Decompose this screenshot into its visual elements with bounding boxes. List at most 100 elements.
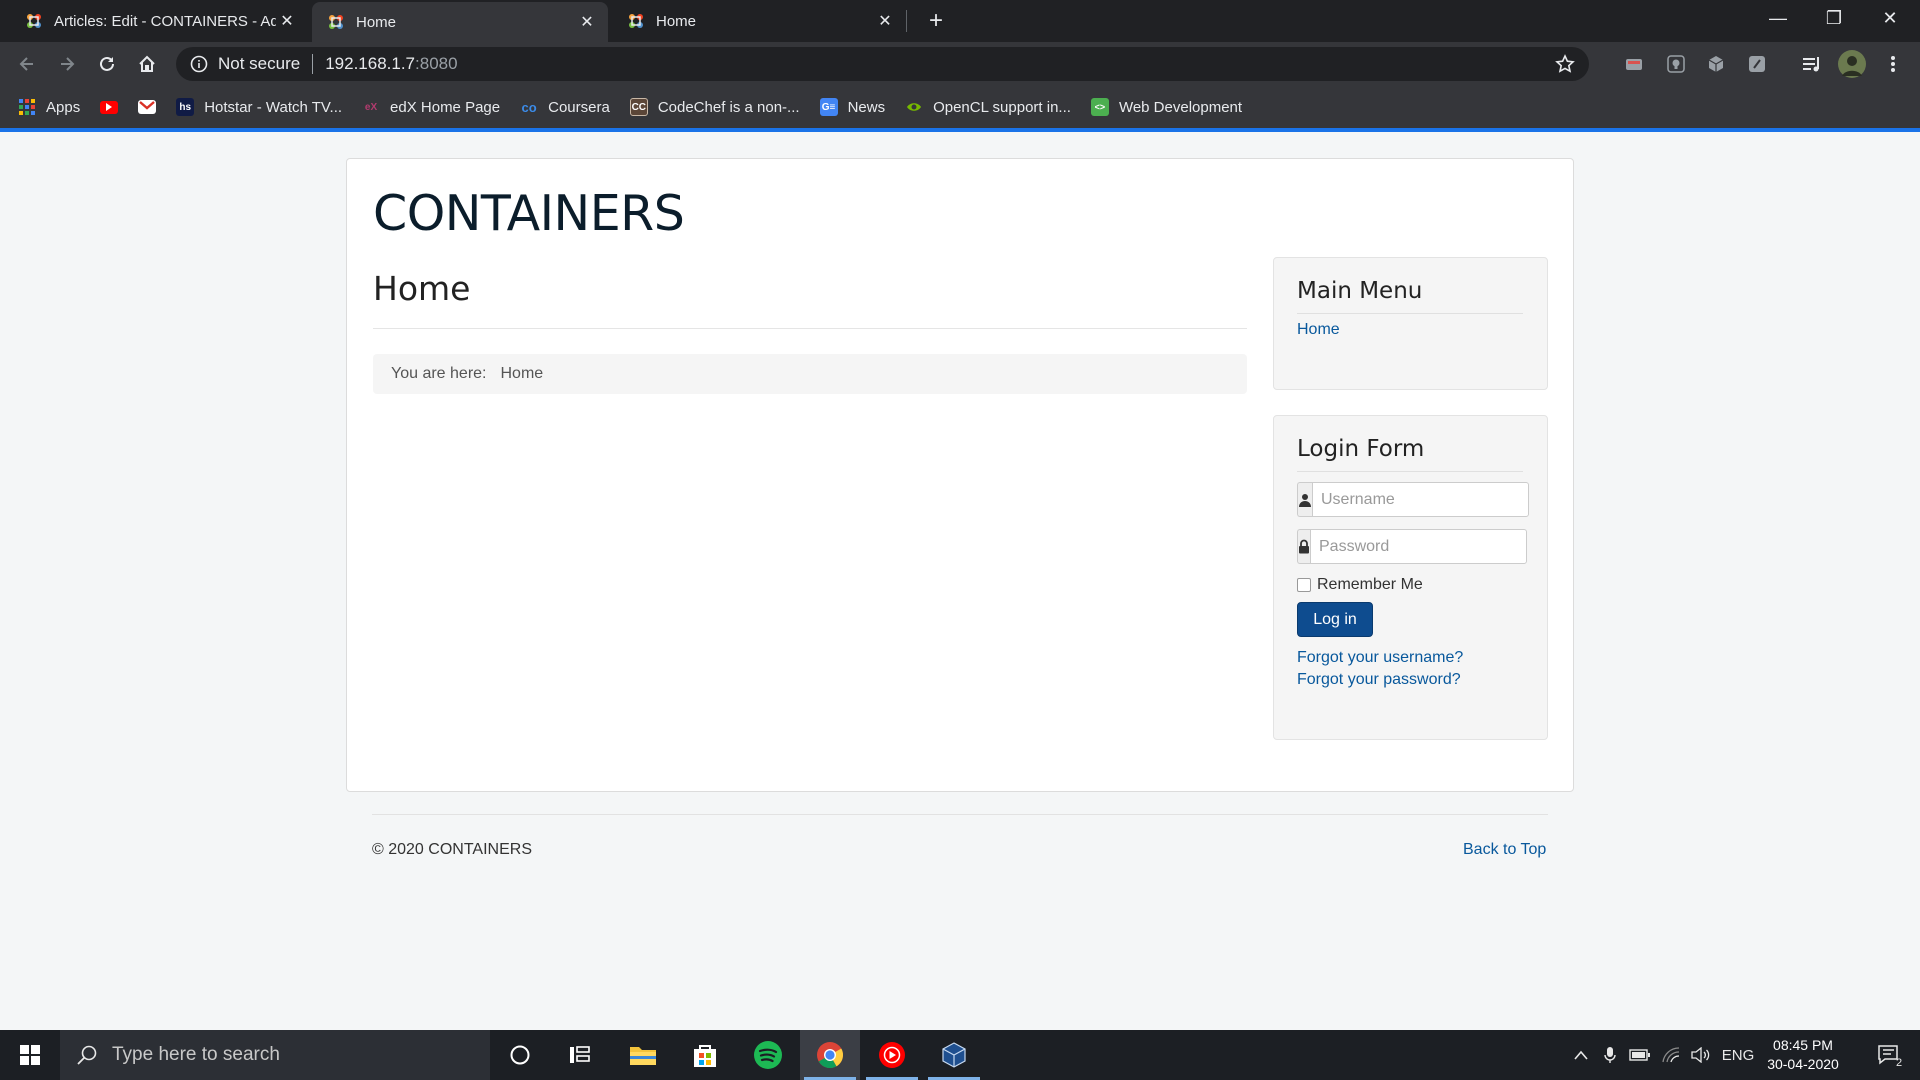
start-button[interactable] [0,1030,60,1080]
bookmark-gmail[interactable] [138,100,157,114]
bookmark-codechef[interactable]: CC CodeChef is a non-... [629,98,800,116]
username-input[interactable] [1312,482,1529,517]
browser-toolbar: Not secure 192.168.1.7:8080 [0,42,1920,86]
reload-button[interactable] [91,48,123,80]
nvidia-icon [905,98,923,116]
task-view-button[interactable] [550,1030,610,1080]
main-menu-title: Main Menu [1297,278,1423,304]
url-host[interactable]: 192.168.1.7 [325,54,415,74]
windows-logo-icon [20,1045,40,1065]
module-title-divider [1297,471,1523,472]
bookmark-label: Web Development [1118,98,1243,116]
edx-icon: eX [364,101,378,113]
search-icon [77,1045,97,1065]
remember-me-checkbox[interactable] [1297,578,1311,592]
cube-extension-icon[interactable] [1706,54,1726,74]
url-port[interactable]: :8080 [415,54,458,74]
bookmark-label: Apps [46,98,81,116]
bookmark-apps[interactable]: Apps [18,98,80,116]
tab-close-icon[interactable]: ✕ [276,10,298,32]
tab-home[interactable]: Home ✕ [612,0,906,42]
script-extension-icon[interactable] [1747,54,1767,74]
bookmark-label: Coursera [548,98,610,116]
bookmark-label: OpenCL support in... [933,98,1071,116]
task-view-icon [570,1046,590,1063]
user-icon [1297,482,1312,517]
media-control-icon[interactable] [1802,54,1822,74]
footer-divider [372,814,1548,815]
microphone-tray-button[interactable] [1598,1030,1622,1080]
forward-button[interactable] [51,48,83,80]
minimize-button[interactable]: — [1750,0,1806,36]
cortana-button[interactable] [490,1030,550,1080]
bookmark-youtube[interactable] [100,100,119,114]
main-menu-item-home[interactable]: Home [1297,321,1340,339]
bookmark-news[interactable]: G≡ News [819,98,885,116]
file-explorer-button[interactable] [613,1030,673,1080]
virtualbox-button[interactable] [924,1030,984,1080]
security-label[interactable]: Not secure [218,54,300,74]
site-body-container: CONTAINERS Home You are here: Home Main … [346,158,1574,792]
home-icon [139,55,155,72]
page-title: Home [373,269,471,308]
apps-grid-icon [18,98,36,116]
new-tab-button[interactable]: + [922,7,950,35]
bookmark-edx[interactable]: eX edX Home Page [362,98,500,116]
bookmark-star-icon[interactable] [1555,54,1575,74]
youtube-music-button[interactable] [862,1030,922,1080]
google-news-icon: G≡ [819,98,838,116]
module-title-divider [1297,313,1523,314]
forgot-username-link[interactable]: Forgot your username? [1297,649,1463,667]
tab-close-icon[interactable]: ✕ [576,11,598,33]
bookmark-opencl[interactable]: OpenCL support in... [905,98,1071,116]
cast-extension-icon[interactable] [1624,54,1644,74]
password-row [1297,529,1527,564]
profile-avatar[interactable] [1838,50,1866,78]
tab-close-icon[interactable]: ✕ [874,10,896,32]
restore-button[interactable]: ❐ [1806,0,1862,36]
back-to-top-link[interactable]: Back to Top [1463,841,1546,859]
forgot-password-link[interactable]: Forgot your password? [1297,671,1461,689]
tab-home-active[interactable]: Home ✕ [312,2,608,42]
battery-tray-button[interactable] [1626,1030,1654,1080]
taskbar-search-box[interactable]: Type here to search [60,1030,490,1080]
login-button[interactable]: Log in [1297,602,1373,637]
show-hidden-icons-button[interactable] [1568,1030,1594,1080]
back-arrow-icon [19,57,33,71]
bookmark-label: edX Home Page [390,98,501,116]
action-center-button[interactable]: 2 [1864,1030,1914,1080]
breadcrumb-current: Home [500,365,544,382]
codechef-icon: CC [629,98,648,116]
bookmark-web-development[interactable]: <> Web Development [1090,98,1243,116]
clock-time: 08:45 PM [1773,1037,1833,1053]
browser-tab-strip: Articles: Edit - CONTAINERS - Ad ✕ Home … [0,0,1920,42]
taskbar-search-placeholder: Type here to search [112,1044,280,1065]
language-indicator[interactable]: ENG [1718,1030,1758,1080]
back-button[interactable] [11,48,43,80]
bulb-extension-icon[interactable] [1666,54,1686,74]
address-divider [312,54,314,74]
tab-articles-edit[interactable]: Articles: Edit - CONTAINERS - Ad ✕ [10,0,308,42]
bookmark-hotstar[interactable]: hs Hotstar - Watch TV... [176,98,342,116]
speaker-icon [1691,1047,1710,1063]
clock-date: 30-04-2020 [1767,1056,1839,1072]
microsoft-store-button[interactable] [675,1030,735,1080]
login-form-module: Login Form Remember Me Log in Forgot you… [1273,415,1548,740]
wifi-tray-button[interactable] [1658,1030,1684,1080]
password-input[interactable] [1310,529,1527,564]
home-button[interactable] [131,48,163,80]
info-icon[interactable] [190,55,208,73]
page-load-progress-bar [0,128,1920,132]
reload-icon [100,56,114,71]
chrome-taskbar-button[interactable] [800,1030,860,1080]
remember-me-row[interactable]: Remember Me [1297,576,1423,594]
close-window-button[interactable]: ✕ [1862,0,1918,36]
spotify-button[interactable] [738,1030,798,1080]
chrome-menu-icon[interactable] [1883,54,1903,74]
site-brand[interactable]: CONTAINERS [373,185,685,242]
system-clock[interactable]: 08:45 PM 30-04-2020 [1760,1036,1846,1074]
volume-tray-button[interactable] [1688,1030,1714,1080]
bookmark-coursera[interactable]: co Coursera [520,98,610,116]
main-menu-module: Main Menu Home [1273,257,1548,390]
address-bar[interactable]: Not secure 192.168.1.7:8080 [176,47,1589,81]
